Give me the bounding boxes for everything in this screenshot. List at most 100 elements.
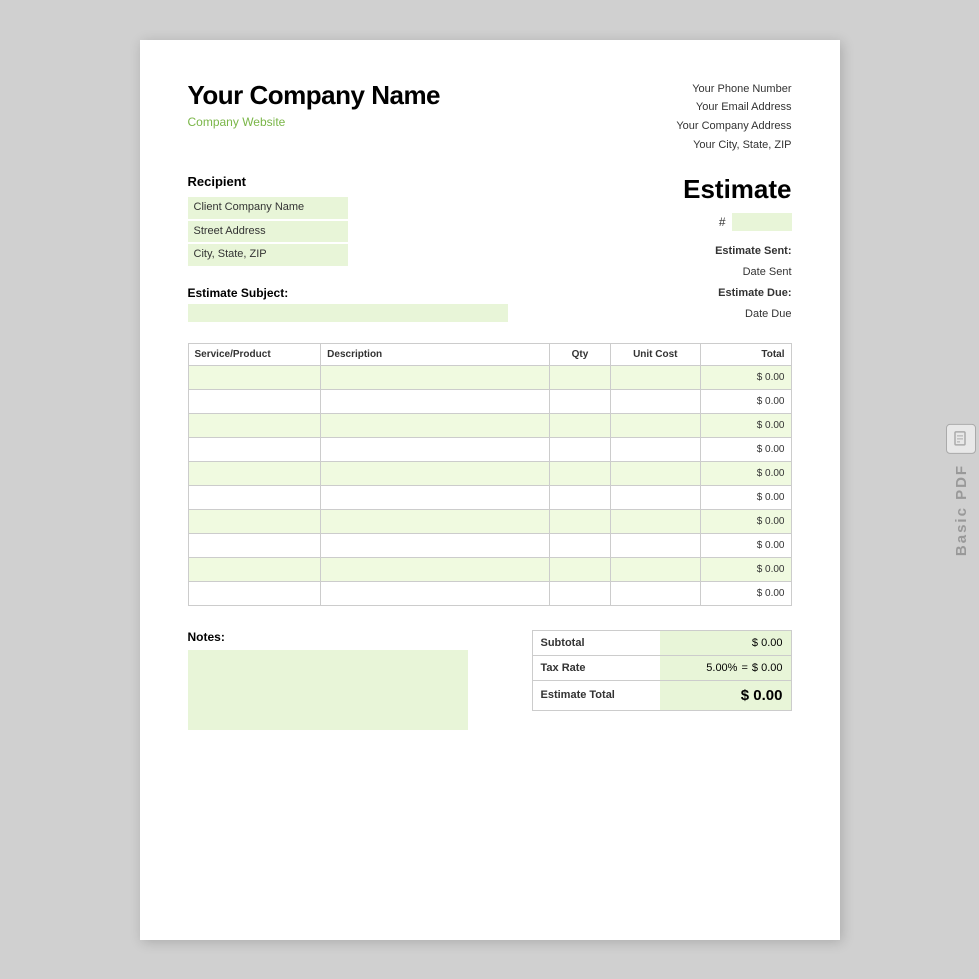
unit-cost-cell[interactable] — [610, 581, 700, 605]
table-row: $ 0.00 — [188, 389, 791, 413]
city-state-zip-field[interactable]: City, State, ZIP — [188, 244, 348, 266]
total-cell: $ 0.00 — [701, 389, 791, 413]
company-address: Your Company Address — [676, 117, 791, 136]
document: Your Company Name Company Website Your P… — [140, 40, 840, 940]
recipient-label: Recipient — [188, 174, 572, 189]
service-cell[interactable] — [188, 413, 321, 437]
street-field[interactable]: Street Address — [188, 221, 348, 243]
unit-cost-cell[interactable] — [610, 557, 700, 581]
table-row: $ 0.00 — [188, 533, 791, 557]
qty-cell[interactable] — [550, 509, 610, 533]
table-row: $ 0.00 — [188, 485, 791, 509]
unit-cost-cell[interactable] — [610, 437, 700, 461]
service-cell[interactable] — [188, 365, 321, 389]
qty-cell[interactable] — [550, 437, 610, 461]
pdf-icon — [946, 423, 976, 453]
qty-cell[interactable] — [550, 389, 610, 413]
table-row: $ 0.00 — [188, 437, 791, 461]
description-cell[interactable] — [321, 533, 550, 557]
description-cell[interactable] — [321, 365, 550, 389]
description-cell[interactable] — [321, 509, 550, 533]
side-tab: Basic PDF — [943, 423, 979, 555]
service-cell[interactable] — [188, 509, 321, 533]
unit-cost-cell[interactable] — [610, 413, 700, 437]
total-cell: $ 0.00 — [701, 437, 791, 461]
description-cell[interactable] — [321, 461, 550, 485]
col-qty: Qty — [550, 343, 610, 365]
estimate-due-value: Date Due — [745, 308, 791, 320]
qty-cell[interactable] — [550, 365, 610, 389]
qty-cell[interactable] — [550, 413, 610, 437]
description-cell[interactable] — [321, 389, 550, 413]
tax-rate: 5.00% — [706, 662, 737, 674]
col-service: Service/Product — [188, 343, 321, 365]
description-cell[interactable] — [321, 557, 550, 581]
totals-table: Subtotal $ 0.00 Tax Rate 5.00% = $ 0.00 … — [532, 630, 792, 711]
estimate-sent-label: Estimate Sent: — [715, 245, 791, 257]
total-cell: $ 0.00 — [701, 365, 791, 389]
description-cell[interactable] — [321, 413, 550, 437]
service-cell[interactable] — [188, 581, 321, 605]
total-cell: $ 0.00 — [701, 485, 791, 509]
company-left: Your Company Name Company Website — [188, 80, 441, 129]
qty-cell[interactable] — [550, 533, 610, 557]
unit-cost-cell[interactable] — [610, 365, 700, 389]
description-cell[interactable] — [321, 581, 550, 605]
estimate-title: Estimate — [572, 174, 792, 205]
table-row: $ 0.00 — [188, 461, 791, 485]
estimate-sent-value: Date Sent — [743, 266, 792, 278]
unit-cost-cell[interactable] — [610, 461, 700, 485]
col-description: Description — [321, 343, 550, 365]
service-cell[interactable] — [188, 461, 321, 485]
client-name-field[interactable]: Client Company Name — [188, 197, 348, 219]
qty-cell[interactable] — [550, 557, 610, 581]
table-row: $ 0.00 — [188, 581, 791, 605]
service-cell[interactable] — [188, 389, 321, 413]
subject-label: Estimate Subject: — [188, 286, 572, 300]
bottom-section: Notes: Subtotal $ 0.00 Tax Rate 5.00% = … — [188, 630, 792, 730]
total-cell: $ 0.00 — [701, 581, 791, 605]
total-cell: $ 0.00 — [701, 509, 791, 533]
company-name: Your Company Name — [188, 80, 441, 111]
subtotal-value: $ 0.00 — [660, 630, 791, 655]
qty-cell[interactable] — [550, 581, 610, 605]
subject-field[interactable] — [188, 304, 508, 322]
tax-row: Tax Rate 5.00% = $ 0.00 — [532, 655, 791, 680]
notes-field[interactable] — [188, 650, 468, 730]
company-city: Your City, State, ZIP — [676, 136, 791, 155]
description-cell[interactable] — [321, 437, 550, 461]
estimate-due-label: Estimate Due: — [718, 287, 791, 299]
qty-cell[interactable] — [550, 485, 610, 509]
estimate-dates: Estimate Sent: Date Sent Estimate Due: D… — [572, 241, 792, 325]
unit-cost-cell[interactable] — [610, 533, 700, 557]
description-cell[interactable] — [321, 485, 550, 509]
subtotal-row: Subtotal $ 0.00 — [532, 630, 791, 655]
total-cell: $ 0.00 — [701, 557, 791, 581]
grand-total-label: Estimate Total — [532, 680, 660, 710]
total-cell: $ 0.00 — [701, 413, 791, 437]
company-email: Your Email Address — [676, 98, 791, 117]
grand-total-row: Estimate Total $ 0.00 — [532, 680, 791, 710]
service-cell[interactable] — [188, 533, 321, 557]
estimate-number-field[interactable] — [732, 213, 792, 231]
tax-amount: $ 0.00 — [752, 662, 783, 674]
company-phone: Your Phone Number — [676, 80, 791, 99]
service-cell[interactable] — [188, 557, 321, 581]
unit-cost-cell[interactable] — [610, 509, 700, 533]
total-cell: $ 0.00 — [701, 461, 791, 485]
company-website: Company Website — [188, 115, 441, 129]
service-cell[interactable] — [188, 437, 321, 461]
recipient-section: Recipient Client Company Name Street Add… — [188, 174, 572, 325]
table-row: $ 0.00 — [188, 509, 791, 533]
service-cell[interactable] — [188, 485, 321, 509]
notes-label: Notes: — [188, 630, 512, 644]
header: Your Company Name Company Website Your P… — [188, 80, 792, 155]
unit-cost-cell[interactable] — [610, 389, 700, 413]
tax-value: 5.00% = $ 0.00 — [660, 655, 791, 680]
unit-cost-cell[interactable] — [610, 485, 700, 509]
table-row: $ 0.00 — [188, 413, 791, 437]
qty-cell[interactable] — [550, 461, 610, 485]
items-table: Service/Product Description Qty Unit Cos… — [188, 343, 792, 606]
table-row: $ 0.00 — [188, 365, 791, 389]
mid-section: Recipient Client Company Name Street Add… — [188, 174, 792, 325]
